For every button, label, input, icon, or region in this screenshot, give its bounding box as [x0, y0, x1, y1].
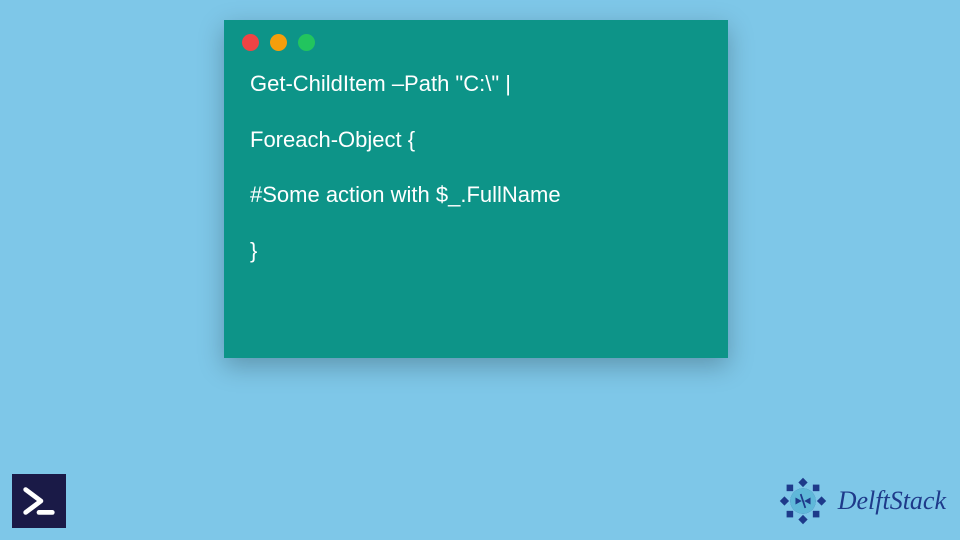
powershell-icon	[12, 474, 66, 528]
code-line-2: Foreach-Object {	[250, 125, 702, 155]
close-dot-icon	[242, 34, 259, 51]
code-line-4: }	[250, 236, 702, 266]
code-line-1: Get-ChildItem –Path "C:\" |	[250, 69, 702, 99]
brand-name: DelftStack	[838, 486, 946, 516]
code-content: Get-ChildItem –Path "C:\" | Foreach-Obje…	[224, 51, 728, 266]
brand-logo-icon	[774, 472, 832, 530]
code-window: Get-ChildItem –Path "C:\" | Foreach-Obje…	[224, 20, 728, 358]
minimize-dot-icon	[270, 34, 287, 51]
code-line-3: #Some action with $_.FullName	[250, 180, 702, 210]
brand: DelftStack	[774, 472, 946, 530]
window-controls	[224, 20, 728, 51]
maximize-dot-icon	[298, 34, 315, 51]
